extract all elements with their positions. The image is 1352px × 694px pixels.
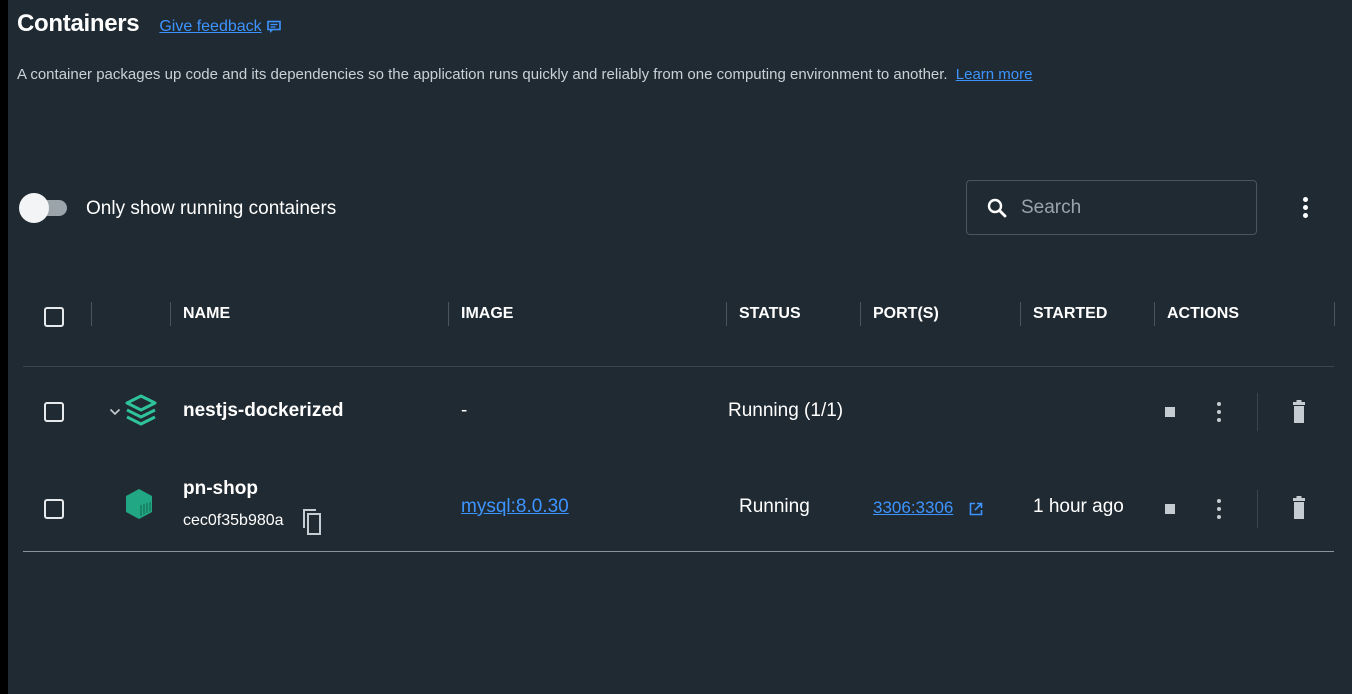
action-separator: [1257, 393, 1258, 431]
select-all-checkbox[interactable]: [44, 307, 64, 327]
give-feedback-link[interactable]: Give feedback: [159, 18, 281, 36]
trash-icon[interactable]: [1293, 400, 1305, 424]
container-name[interactable]: nestjs-dockerized: [183, 400, 344, 422]
search-input[interactable]: [1019, 195, 1243, 220]
stack-layers-icon: [125, 394, 157, 426]
page-title: Containers: [17, 10, 140, 37]
container-cube-icon: [126, 489, 152, 519]
stop-icon[interactable]: [1165, 504, 1175, 514]
container-image-link[interactable]: mysql:8.0.30: [461, 496, 569, 518]
column-separator: [860, 302, 861, 326]
column-separator: [1020, 302, 1021, 326]
column-header-name[interactable]: NAME: [183, 305, 230, 323]
table-bottom-divider: [23, 551, 1334, 552]
container-status: Running: [739, 496, 810, 517]
container-status: Running (1/1): [728, 400, 844, 421]
port-link[interactable]: 3306:3306: [873, 498, 953, 518]
learn-more-link[interactable]: Learn more: [956, 66, 1033, 83]
column-header-started[interactable]: STARTED: [1033, 305, 1107, 323]
stop-icon[interactable]: [1165, 407, 1175, 417]
feedback-icon: [266, 20, 281, 33]
containers-view: Containers Give feedback A container pac…: [8, 0, 1352, 694]
search-icon: [987, 198, 1007, 217]
container-started: 1 hour ago: [1033, 496, 1124, 517]
container-id: cec0f35b980a: [183, 512, 284, 529]
external-link-icon[interactable]: [969, 502, 983, 516]
description-text: A container packages up code and its dep…: [17, 66, 948, 83]
column-separator: [1154, 302, 1155, 326]
container-name[interactable]: pn-shop: [183, 478, 258, 500]
column-separator: [726, 302, 727, 326]
column-separator: [448, 302, 449, 326]
column-header-image[interactable]: IMAGE: [461, 305, 513, 323]
running-only-toggle[interactable]: [19, 193, 67, 223]
row-more-button[interactable]: [1209, 397, 1229, 427]
column-separator: [91, 302, 92, 326]
search-box[interactable]: [966, 180, 1257, 235]
copy-icon[interactable]: [302, 508, 322, 536]
row-more-button[interactable]: [1209, 494, 1229, 524]
give-feedback-label: Give feedback: [159, 18, 262, 35]
column-header-status[interactable]: STATUS: [739, 305, 801, 323]
row-checkbox[interactable]: [44, 499, 64, 519]
more-options-button[interactable]: [1295, 193, 1315, 223]
chevron-down-icon[interactable]: [109, 407, 121, 417]
column-separator: [1334, 302, 1335, 326]
title-row: Containers Give feedback: [17, 10, 281, 38]
column-header-actions: ACTIONS: [1167, 305, 1239, 322]
page-description: A container packages up code and its dep…: [17, 66, 1032, 83]
table-header: NAME IMAGE STATUS PORT(S) STARTED ACTION…: [8, 285, 1352, 345]
trash-icon[interactable]: [1293, 496, 1305, 520]
container-image: -: [461, 400, 468, 421]
row-checkbox[interactable]: [44, 402, 64, 422]
header-divider: [23, 366, 1334, 367]
toggle-label: Only show running containers: [86, 198, 337, 219]
toggle-knob: [19, 193, 49, 223]
column-header-ports[interactable]: PORT(S): [873, 305, 939, 323]
table-row[interactable]: pn-shop cec0f35b980a mysql:8.0.30 Runnin…: [8, 472, 1352, 542]
action-separator: [1257, 490, 1258, 528]
column-separator: [170, 302, 171, 326]
table-row[interactable]: nestjs-dockerized - Running (1/1): [8, 377, 1352, 447]
